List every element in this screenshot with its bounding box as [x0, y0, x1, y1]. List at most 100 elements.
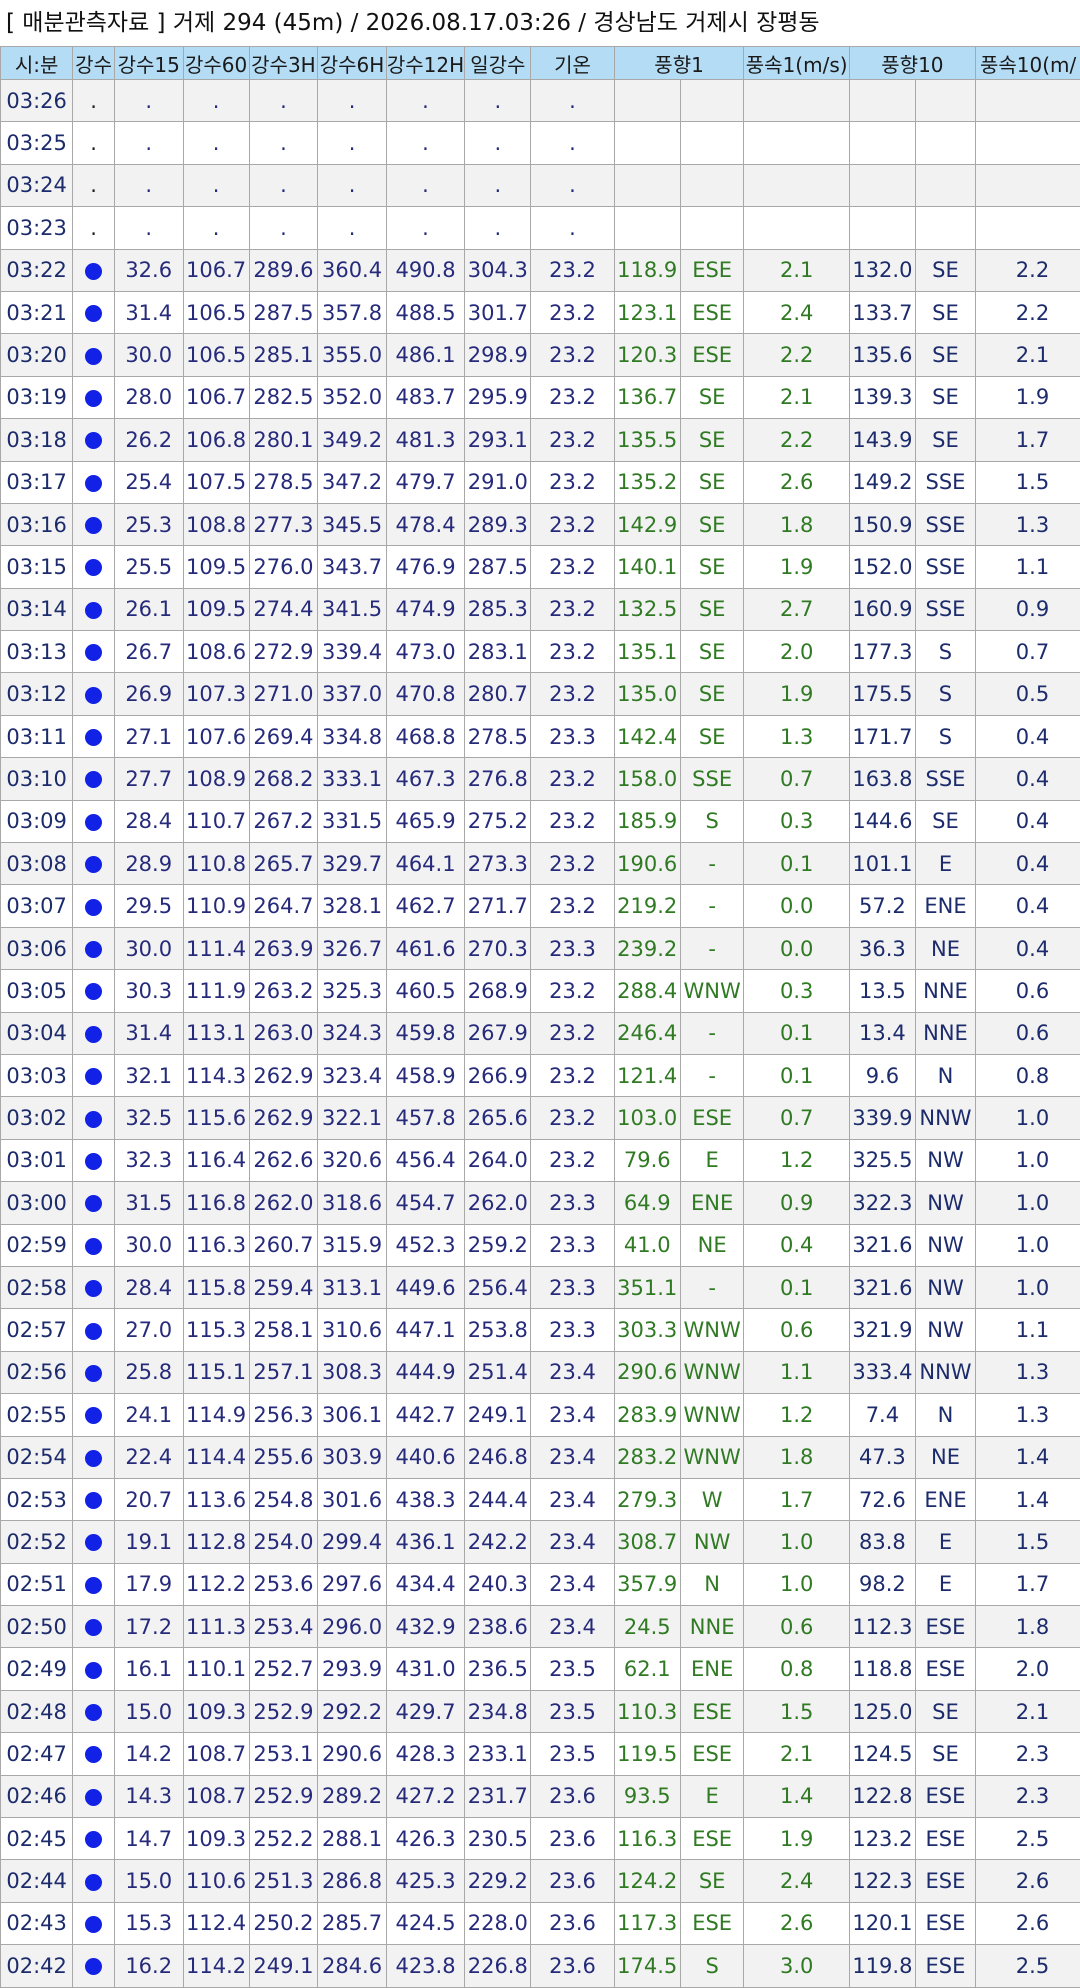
rain-day-cell: .: [465, 164, 531, 206]
table-row: 03:0630.0111.4263.9326.7461.6270.323.323…: [1, 927, 1080, 969]
temperature-cell: 23.3: [531, 1182, 614, 1224]
rain6h-cell: 318.6: [318, 1182, 387, 1224]
header-rain6h[interactable]: 강수6H: [318, 47, 387, 80]
wind-cell: [680, 122, 744, 164]
rain3h-cell: 262.9: [249, 1054, 318, 1096]
rain12h-cell: 460.5: [386, 970, 464, 1012]
header-rain-day[interactable]: 일강수: [465, 47, 531, 80]
wind-direction-1-cell: 239.2: [614, 927, 680, 969]
wind-direction-1-label: SE: [680, 546, 744, 588]
rain15-cell: 30.3: [114, 970, 183, 1012]
rain12h-cell: 432.9: [386, 1606, 464, 1648]
wind-speed-1-cell: 0.7: [744, 758, 849, 800]
wind-direction-1-cell: 132.5: [614, 588, 680, 630]
wind-direction-10-label: ENE: [915, 1478, 975, 1520]
wind-direction-1-cell: 123.1: [614, 291, 680, 333]
time-cell: 02:48: [1, 1690, 73, 1732]
rain6h-cell: 284.6: [318, 1945, 387, 1987]
rain-indicator-icon: [85, 432, 102, 449]
rain-indicator-cell: [73, 1012, 115, 1054]
header-temperature[interactable]: 기온: [531, 47, 614, 80]
rain12h-cell: 488.5: [386, 291, 464, 333]
header-wind-speed-1[interactable]: 풍속1(m/s): [744, 47, 849, 80]
rain15-cell: 28.9: [114, 843, 183, 885]
rain-indicator-icon: [85, 348, 102, 365]
wind-direction-1-cell: 79.6: [614, 1139, 680, 1181]
rain12h-cell: 486.1: [386, 334, 464, 376]
rain-day-cell: 271.7: [465, 885, 531, 927]
wind-speed-1-cell: 2.6: [744, 461, 849, 503]
rain3h-cell: 264.7: [249, 885, 318, 927]
temperature-cell: 23.2: [531, 334, 614, 376]
rain6h-cell: 296.0: [318, 1606, 387, 1648]
header-rain12h[interactable]: 강수12H: [386, 47, 464, 80]
time-cell: 03:25: [1, 122, 73, 164]
temperature-cell: 23.6: [531, 1860, 614, 1902]
rain6h-cell: 343.7: [318, 546, 387, 588]
rain-indicator-cell: [73, 1860, 115, 1902]
rain15-cell: .: [114, 207, 183, 249]
rain6h-cell: 349.2: [318, 419, 387, 461]
wind-direction-1-label: -: [680, 1012, 744, 1054]
wind-direction-10-cell: 57.2: [849, 885, 915, 927]
rain60-cell: 106.7: [183, 376, 249, 418]
rain-indicator-cell: [73, 631, 115, 673]
table-row: 02:5117.9112.2253.6297.6434.4240.323.435…: [1, 1563, 1080, 1605]
wind-direction-1-cell: 142.4: [614, 715, 680, 757]
header-time[interactable]: 시:분: [1, 47, 73, 80]
rain6h-cell: 322.1: [318, 1097, 387, 1139]
rain-indicator-icon: [85, 1068, 102, 1085]
rain3h-cell: 268.2: [249, 758, 318, 800]
rain-day-cell: 264.0: [465, 1139, 531, 1181]
header-rain60[interactable]: 강수60: [183, 47, 249, 80]
rain-indicator-cell: [73, 1563, 115, 1605]
header-wind-speed-10[interactable]: 풍속10(m/: [975, 47, 1080, 80]
rain-day-cell: 259.2: [465, 1224, 531, 1266]
rain-indicator-cell: [73, 800, 115, 842]
rain-indicator-cell: [73, 1394, 115, 1436]
rain60-cell: 115.3: [183, 1309, 249, 1351]
wind-speed-10-cell: 1.3: [975, 1394, 1080, 1436]
wind-direction-10-cell: 9.6: [849, 1054, 915, 1096]
rain-indicator-cell: [73, 1945, 115, 1987]
wind-speed-1-cell: 0.6: [744, 1606, 849, 1648]
time-cell: 03:05: [1, 970, 73, 1012]
rain3h-cell: 253.1: [249, 1733, 318, 1775]
table-row: 02:4714.2108.7253.1290.6428.3233.123.511…: [1, 1733, 1080, 1775]
rain-indicator-icon: [85, 941, 102, 958]
wind-cell: [915, 207, 975, 249]
table-row: 02:4415.0110.6251.3286.8425.3229.223.612…: [1, 1860, 1080, 1902]
rain12h-cell: 474.9: [386, 588, 464, 630]
rain15-cell: 32.5: [114, 1097, 183, 1139]
rain6h-cell: 329.7: [318, 843, 387, 885]
header-wind-direction-10[interactable]: 풍향10: [849, 47, 975, 80]
rain12h-cell: 479.7: [386, 461, 464, 503]
table-row: 02:4315.3112.4250.2285.7424.5228.023.611…: [1, 1902, 1080, 1944]
temperature-cell: 23.2: [531, 843, 614, 885]
temperature-cell: 23.6: [531, 1945, 614, 1987]
header-rain3h[interactable]: 강수3H: [249, 47, 318, 80]
rain15-cell: 20.7: [114, 1478, 183, 1520]
wind-direction-1-cell: 124.2: [614, 1860, 680, 1902]
rain-indicator-icon: [85, 1153, 102, 1170]
rain-indicator-cell: [73, 376, 115, 418]
rain-day-cell: 268.9: [465, 970, 531, 1012]
table-row: 03:1826.2106.8280.1349.2481.3293.123.213…: [1, 419, 1080, 461]
header-wind-direction-1[interactable]: 풍향1: [614, 47, 744, 80]
header-rain15[interactable]: 강수15: [114, 47, 183, 80]
rain6h-cell: 357.8: [318, 291, 387, 333]
header-rain[interactable]: 강수: [73, 47, 115, 80]
wind-cell: [975, 207, 1080, 249]
table-row: 02:5422.4114.4255.6303.9440.6246.823.428…: [1, 1436, 1080, 1478]
wind-direction-1-label: ESE: [680, 1818, 744, 1860]
rain-indicator-cell: [73, 461, 115, 503]
wind-speed-1-cell: 1.7: [744, 1478, 849, 1520]
rain-indicator-cell: [73, 249, 115, 291]
rain3h-cell: 262.9: [249, 1097, 318, 1139]
temperature-cell: 23.2: [531, 461, 614, 503]
wind-speed-10-cell: 1.0: [975, 1097, 1080, 1139]
wind-direction-1-cell: 279.3: [614, 1478, 680, 1520]
rain-indicator-cell: [73, 715, 115, 757]
wind-speed-10-cell: 2.5: [975, 1818, 1080, 1860]
wind-speed-10-cell: 0.7: [975, 631, 1080, 673]
